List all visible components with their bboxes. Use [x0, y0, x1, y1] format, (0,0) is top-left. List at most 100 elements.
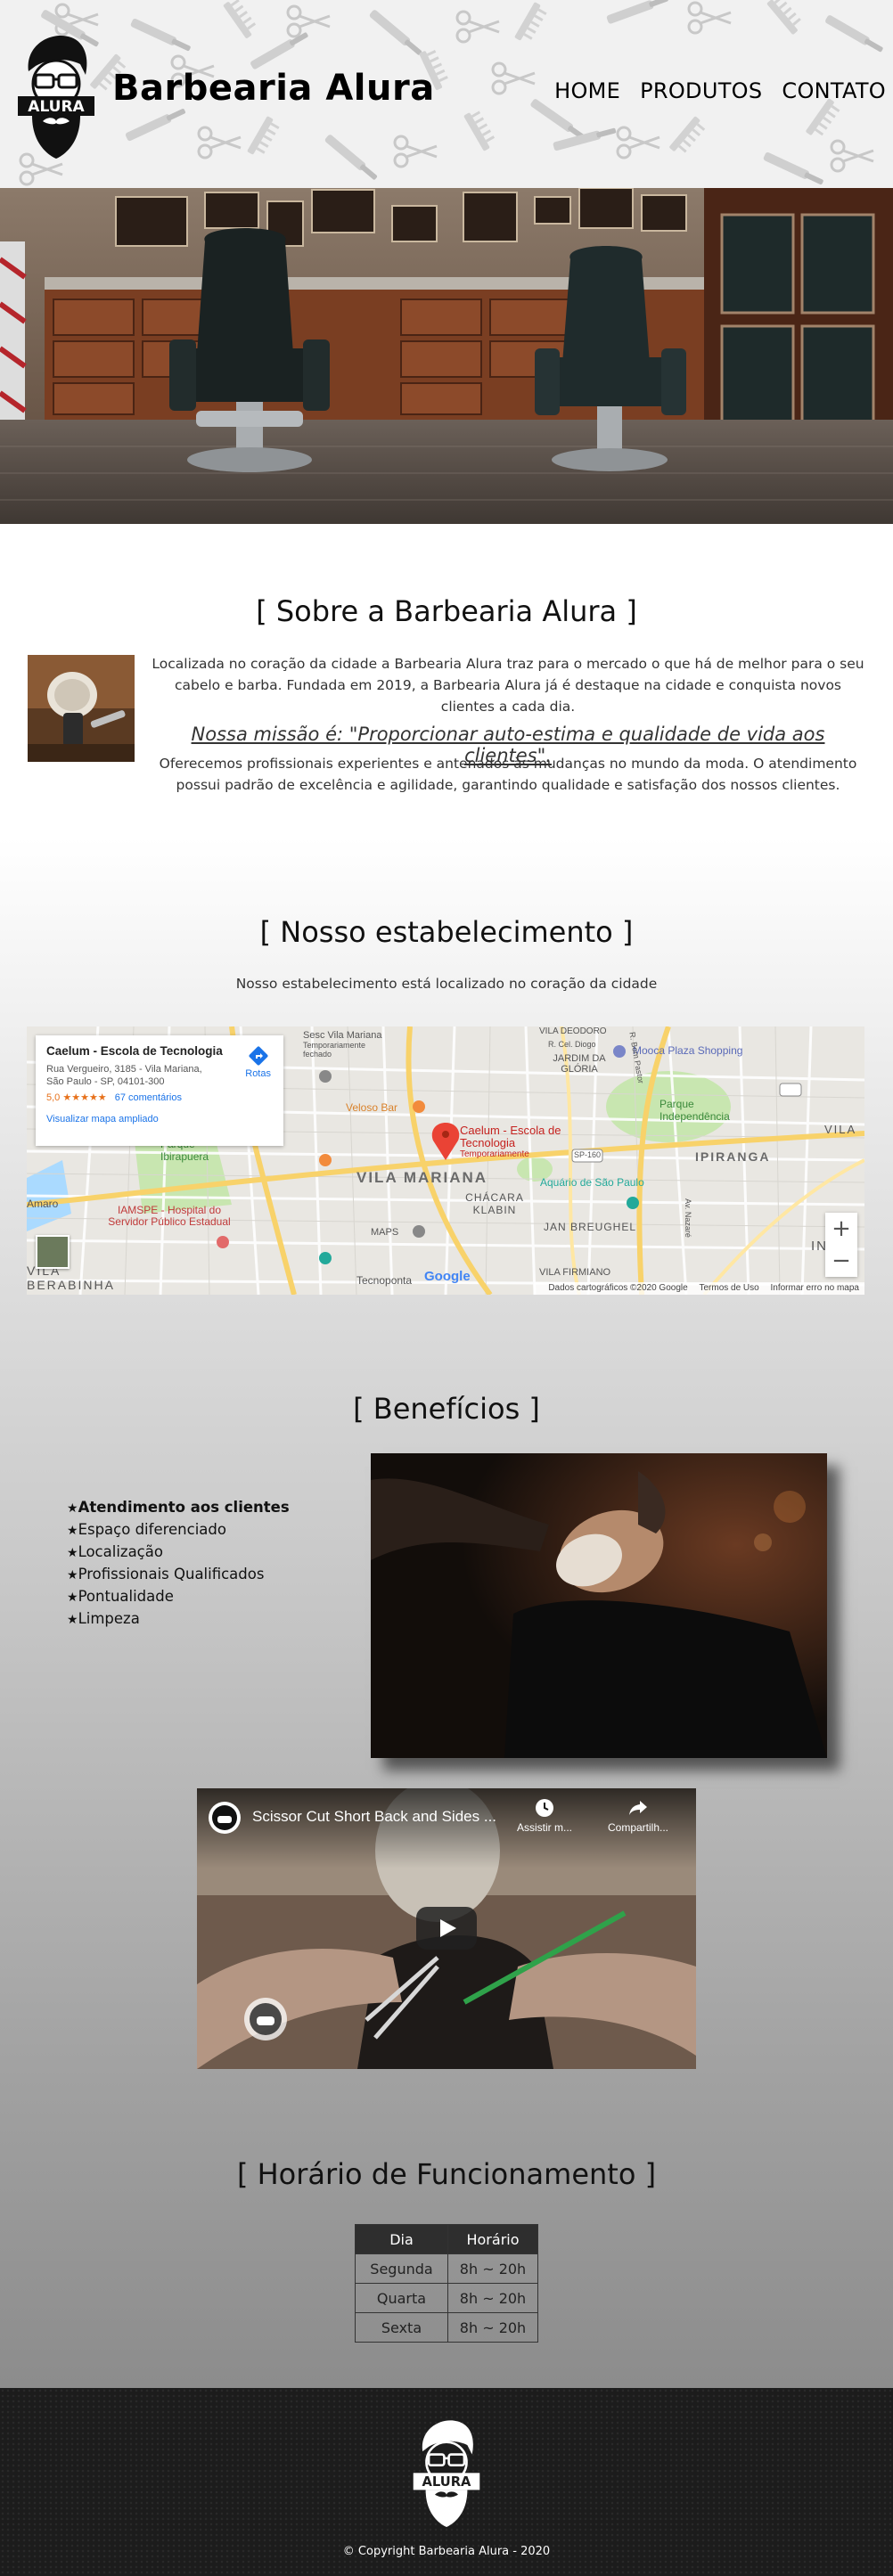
place-address: Rua Vergueiro, 3185 - Vila Mariana, São …: [46, 1064, 202, 1087]
rating-value: 5,0: [46, 1092, 61, 1103]
column-header-day: Dia: [355, 2224, 448, 2254]
map-label-iamspe: IAMSPE - Hospital do Servidor Público Es…: [108, 1204, 231, 1228]
larger-map-link[interactable]: Visualizar mapa ampliado: [46, 1114, 273, 1124]
about-paragraph-1: Localizada no coração da cidade a Barbea…: [152, 656, 864, 715]
nav-produtos-link[interactable]: PRODUTOS: [640, 78, 762, 103]
map-pin-label[interactable]: Caelum - Escola de Tecnologia: [460, 1124, 567, 1149]
google-logo: Google: [424, 1269, 471, 1284]
play-button-icon[interactable]: [416, 1907, 477, 1950]
directions-icon: [249, 1046, 268, 1066]
establishment-section-title: [ Nosso estabelecimento ]: [259, 915, 634, 949]
benefit-item: Espaço diferenciado: [67, 1519, 334, 1542]
opening-hours-table: Dia Horário Segunda 8h ~ 20h Quarta 8h ~…: [355, 2224, 538, 2343]
benefit-item: Profissionais Qualificados: [67, 1564, 334, 1586]
map-pin-status: Temporariamente: [460, 1149, 529, 1159]
site-title: Barbearia Alura: [112, 68, 435, 109]
logo-text: ALURA: [28, 98, 85, 116]
directions-button[interactable]: Rotas: [245, 1046, 271, 1079]
map-label-maps: MAPS: [371, 1227, 399, 1238]
video-title[interactable]: Scissor Cut Short Back and Sides ...: [252, 1808, 496, 1826]
map-label-ipiranga: IPIRANGA: [695, 1149, 771, 1164]
share-icon: [629, 1801, 647, 1815]
footer-logo-text: ALURA: [422, 2474, 472, 2490]
map-label-jan-breughel: JAN BREUGHEL: [544, 1221, 637, 1233]
map-place-card: Caelum - Escola de Tecnologia Rua Vergue…: [36, 1035, 283, 1146]
table-row: Segunda 8h ~ 20h: [355, 2253, 538, 2284]
map-attribution: Dados cartográficos ©2020 Google Termos …: [534, 1282, 864, 1295]
barber-logo-icon: ALURA: [18, 35, 94, 159]
youtube-video-embed[interactable]: Scissor Cut Short Back and Sides ... Ass…: [197, 1788, 696, 2069]
map-label-sesc: Sesc Vila Mariana: [303, 1030, 382, 1041]
map-label-mooca: Mooca Plaza Shopping: [633, 1044, 743, 1057]
channel-avatar-icon[interactable]: [208, 1801, 242, 1835]
clock-icon: [536, 1799, 553, 1817]
establishment-subtitle: Nosso estabelecimento está localizado no…: [235, 976, 658, 992]
time-cell: 8h ~ 20h: [447, 2312, 538, 2343]
table-row: Quarta 8h ~ 20h: [355, 2283, 538, 2313]
map-label-parque-independencia: Parque Independência: [660, 1098, 730, 1123]
google-logo-text: Google: [424, 1269, 471, 1284]
map-label-cel-diogo: R. Cel. Diogo: [548, 1040, 596, 1049]
map-label-vila-firmiano: VILA FIRMIANO: [539, 1267, 611, 1278]
footer-logo: ALURA: [412, 2411, 481, 2527]
street-view-thumbnail[interactable]: [36, 1235, 70, 1269]
map-label-temp-closed: Temporariamente fechado: [303, 1041, 366, 1059]
barber-shaving-client-image: [371, 1453, 827, 1758]
map-label-vila-right: VILA: [824, 1123, 857, 1136]
nav-contato-link[interactable]: CONTATO: [782, 78, 886, 103]
share-label: Compartilh...: [607, 1821, 669, 1834]
benefit-item: Pontualidade: [67, 1586, 334, 1608]
google-map-embed[interactable]: VILA MARIANA IPIRANGA JARDIM DA GLÓRIA C…: [27, 1026, 864, 1295]
alura-logo[interactable]: ALURA: [16, 25, 96, 159]
map-label-veloso: Veloso Bar: [346, 1101, 398, 1114]
about-paragraph-2: Oferecemos profissionais experientes e a…: [159, 756, 857, 793]
map-zoom-controls: + −: [825, 1213, 857, 1277]
main-navigation: HOME PRODUTOS CONTATO: [535, 78, 886, 103]
table-header-row: Dia Horário: [355, 2224, 538, 2254]
benefit-item: Limpeza: [67, 1608, 334, 1631]
map-label-tecnoponta: Tecnoponta: [356, 1274, 413, 1287]
map-label-vila-deodoro: VILA DEODORO: [539, 1026, 607, 1036]
nav-home-link[interactable]: HOME: [554, 78, 620, 103]
copyright-text: © Copyright Barbearia Alura - 2020: [342, 2545, 551, 2558]
map-label-vila-mariana: VILA MARIANA: [356, 1169, 488, 1186]
zoom-out-button[interactable]: −: [825, 1245, 857, 1277]
time-cell: 8h ~ 20h: [447, 2253, 538, 2284]
barbershop-interior-illustration: [0, 188, 893, 524]
site-header: ALURA Barbearia Alura HOME PRODUTOS CONT…: [0, 0, 893, 188]
map-data-credit: Dados cartográficos ©2020 Google: [548, 1283, 688, 1293]
map-report-link[interactable]: Informar erro no mapa: [771, 1283, 860, 1293]
map-label-aquario: Aquário de São Paulo: [540, 1176, 644, 1189]
map-label-av-nazare: Av. Nazaré: [683, 1198, 692, 1238]
zoom-in-button[interactable]: +: [825, 1213, 857, 1245]
map-label-chacara-klabin: CHÁCARA KLABIN: [465, 1191, 524, 1216]
about-section-title: [ Sobre a Barbearia Alura ]: [256, 594, 637, 628]
benefit-item: Localização: [67, 1542, 334, 1564]
benefits-list: Atendimento aos clientes Espaço diferenc…: [67, 1497, 334, 1631]
channel-watermark-icon: [244, 1998, 287, 2040]
reviews-link[interactable]: 67 comentários: [115, 1092, 182, 1103]
time-cell: 8h ~ 20h: [447, 2283, 538, 2313]
hours-section-title: [ Horário de Funcionamento ]: [236, 2157, 657, 2191]
day-cell: Sexta: [355, 2312, 448, 2343]
place-rating: 5,0 ★★★★★ 67 comentários: [46, 1092, 273, 1103]
star-rating-icon: ★★★★★: [62, 1092, 107, 1103]
watch-later-label: Assistir m...: [517, 1821, 572, 1834]
place-name: Caelum - Escola de Tecnologia: [46, 1044, 223, 1058]
map-terms-link[interactable]: Termos de Uso: [699, 1283, 758, 1293]
day-cell: Quarta: [355, 2283, 448, 2313]
directions-label: Rotas: [245, 1068, 271, 1079]
map-label-sp160: SP-160: [574, 1150, 602, 1159]
column-header-time: Horário: [447, 2224, 538, 2254]
day-cell: Segunda: [355, 2253, 448, 2284]
table-row: Sexta 8h ~ 20h: [355, 2312, 538, 2343]
benefits-section-title: [ Benefícios ]: [353, 1392, 540, 1426]
site-footer: ALURA © Copyright Barbearia Alura - 2020: [0, 2388, 893, 2576]
benefit-item: Atendimento aos clientes: [67, 1497, 334, 1519]
watch-later-button[interactable]: Assistir m...: [509, 1797, 580, 1834]
map-label-jardim-gloria: JARDIM DA GLÓRIA: [553, 1053, 606, 1075]
hero-banner-image: [0, 188, 893, 524]
share-button[interactable]: Compartilh...: [602, 1797, 674, 1834]
map-label-berabinha: BERABINHA: [27, 1278, 115, 1292]
barber-logo-icon: ALURA: [413, 2420, 480, 2527]
